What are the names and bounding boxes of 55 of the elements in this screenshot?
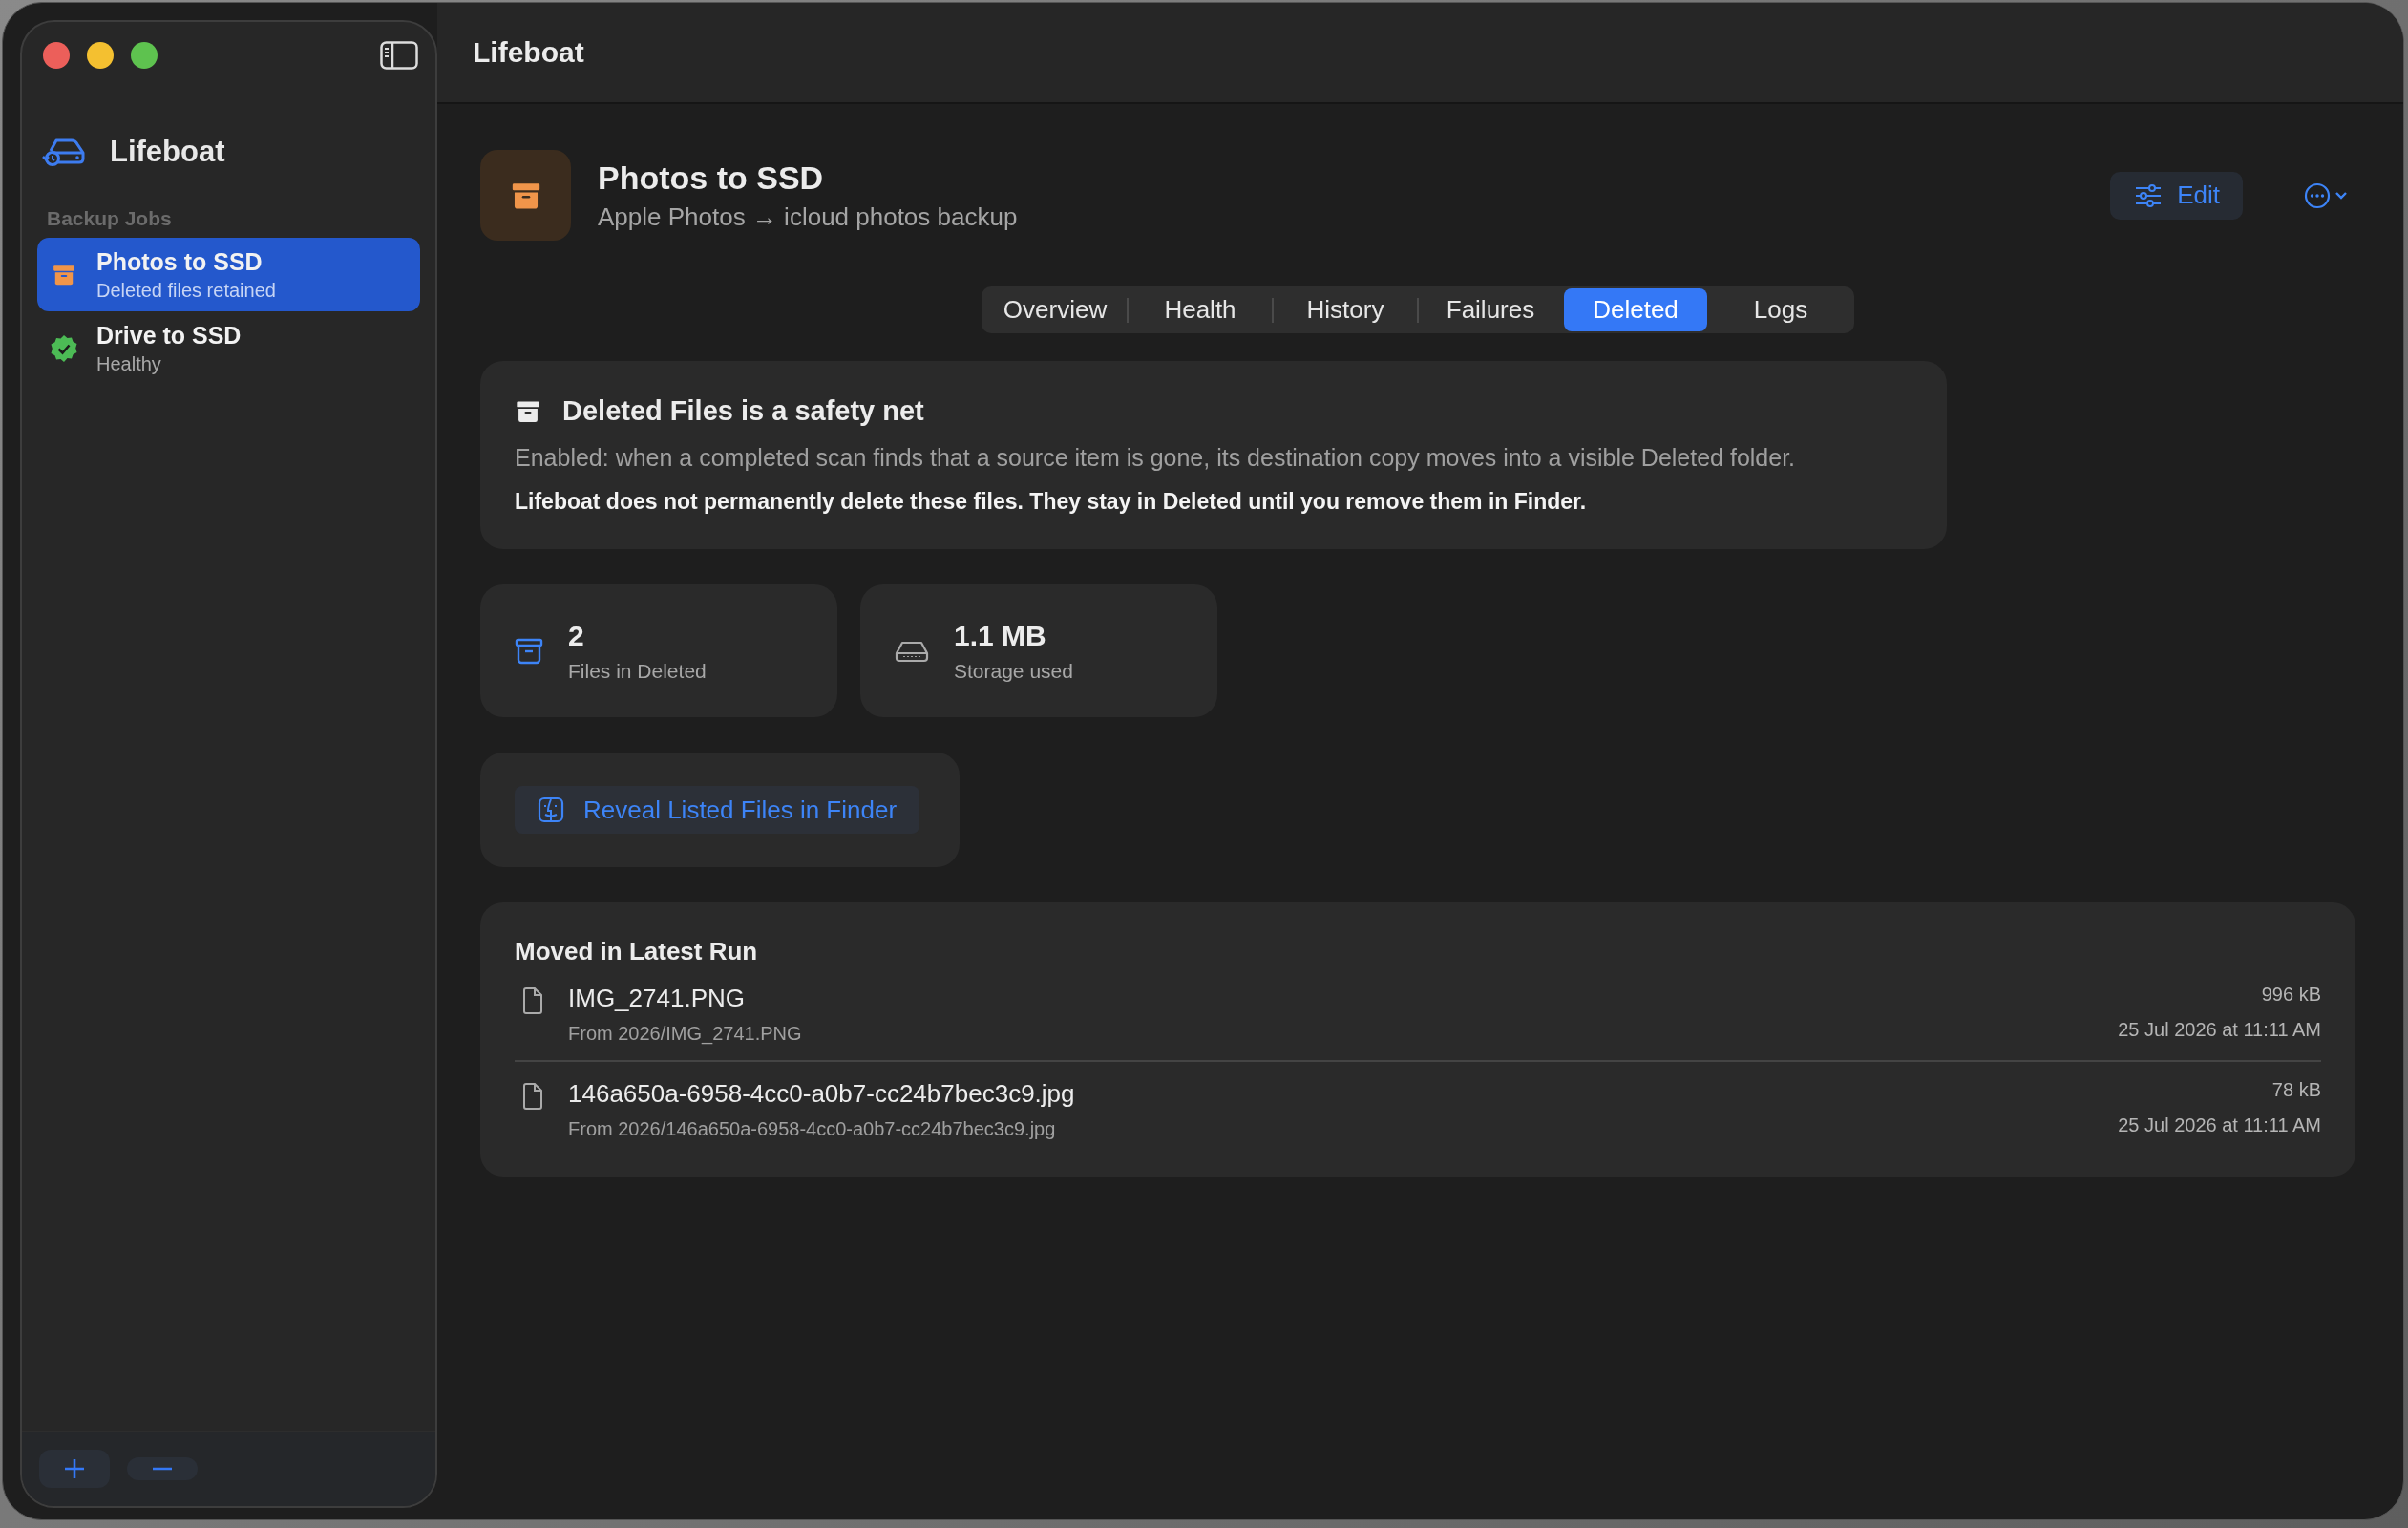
- file-size: 996 kB: [2261, 984, 2321, 1006]
- archive-icon: [52, 263, 76, 286]
- chevron-down-icon: [2334, 190, 2348, 201]
- zoom-button[interactable]: [131, 42, 158, 69]
- finder-icon: [538, 796, 564, 823]
- sidebar-toggle-icon[interactable]: [380, 41, 418, 70]
- minus-icon: [152, 1467, 173, 1471]
- file-name: 146a650a-6958-4cc0-a0b7-cc24b7bec3c9.jpg: [568, 1079, 1076, 1109]
- tab[interactable]: Overview: [983, 288, 1127, 331]
- tab[interactable]: Logs: [1709, 288, 1852, 331]
- app-name: Lifeboat: [110, 135, 225, 169]
- remove-button[interactable]: [127, 1457, 198, 1480]
- stat-label: Files in Deleted: [568, 659, 707, 683]
- reveal-in-finder-button[interactable]: Reveal Listed Files in Finder: [515, 786, 920, 834]
- notice-text: Enabled: when a completed scan finds that a source item is gone, its destination copy moves into a visible Deleted folder.: [515, 444, 1797, 472]
- sidebar-item[interactable]: Drive to SSD Healthy: [37, 311, 420, 385]
- tab[interactable]: Failures: [1419, 288, 1562, 331]
- stat-label: Storage used: [954, 659, 1073, 683]
- file-date: 25 Jul 2026 at 11:11 AM: [2118, 1019, 2321, 1041]
- job-status: Deleted files retained: [96, 279, 276, 302]
- job-subtitle: Apple Photos → icloud photos backup: [598, 202, 1019, 232]
- plus-icon: [64, 1458, 85, 1479]
- sliders-icon: [2135, 183, 2163, 207]
- stat-value: 1.1 MB: [954, 619, 1047, 652]
- section-heading: Backup Jobs: [46, 206, 173, 230]
- stat-value: 2: [568, 619, 585, 652]
- file-path: From 2026/IMG_2741.PNG: [568, 1023, 803, 1045]
- file-path: From 2026/146a650a-6958-4cc0-a0b7-cc24b7bec3c9.jpg: [568, 1118, 1057, 1140]
- sidebar-item[interactable]: Photos to SSD Deleted files retained: [37, 238, 420, 311]
- minimize-button[interactable]: [87, 42, 114, 69]
- job-status: Healthy: [96, 352, 162, 375]
- section-title: Moved in Latest Run: [515, 937, 759, 966]
- file-name: IMG_2741.PNG: [568, 984, 746, 1013]
- ellipsis-icon: [2304, 181, 2331, 209]
- notice-emphasis: Lifeboat does not permanently delete these files. They stay in Deleted until you remove them in Finder.: [515, 489, 1588, 515]
- add-button[interactable]: [39, 1450, 110, 1488]
- check-badge-icon: [50, 333, 78, 363]
- notice-title: Deleted Files is a safety net: [562, 395, 924, 427]
- job-name: Drive to SSD: [96, 321, 242, 350]
- edit-button[interactable]: Edit: [2110, 171, 2243, 220]
- close-button[interactable]: [43, 42, 70, 69]
- tab[interactable]: History: [1274, 288, 1417, 331]
- job-name: Photos to SSD: [96, 247, 264, 276]
- document-icon: [522, 1083, 543, 1110]
- tab[interactable]: Health: [1129, 288, 1272, 331]
- drive-clock-icon: [41, 138, 87, 166]
- more-menu-button[interactable]: [2304, 181, 2348, 209]
- document-icon: [522, 987, 543, 1014]
- window-title: Lifeboat: [473, 36, 584, 69]
- drive-icon: [895, 639, 929, 663]
- file-date: 25 Jul 2026 at 11:11 AM: [2118, 1114, 2321, 1136]
- job-title: Photos to SSD: [598, 159, 825, 197]
- file-size: 78 kB: [2271, 1079, 2321, 1101]
- archive-icon: [515, 637, 543, 665]
- tab[interactable]: Deleted: [1564, 288, 1707, 331]
